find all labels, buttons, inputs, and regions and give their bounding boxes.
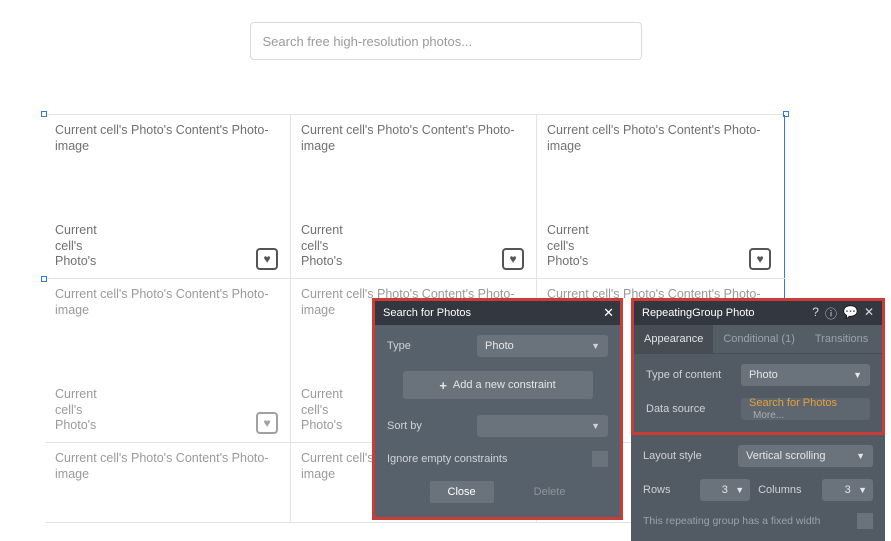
- layout-style-select[interactable]: Vertical scrolling ▼: [738, 445, 873, 467]
- cell-image-expr: Current cell's Photo's Content's Photo-i…: [55, 287, 280, 318]
- type-value: Photo: [485, 340, 514, 352]
- plus-icon: +: [439, 378, 447, 393]
- add-constraint-label: Add a new constraint: [453, 379, 556, 391]
- tab-appearance[interactable]: Appearance: [634, 325, 713, 353]
- grid-cell[interactable]: Current cell's Photo's Content's Photo-i…: [45, 279, 291, 442]
- popup-header: Search for Photos ✕: [375, 301, 620, 325]
- heart-icon[interactable]: ♥: [749, 248, 771, 270]
- rows-label: Rows: [643, 484, 692, 496]
- search-for-photos-popup: Search for Photos ✕ Type Photo ▼ + Add a…: [372, 298, 623, 520]
- fixed-width-note: This repeating group has a fixed width: [643, 515, 820, 527]
- columns-label: Columns: [758, 484, 814, 496]
- sort-label: Sort by: [387, 420, 477, 432]
- info-icon[interactable]: ⓘ: [825, 305, 837, 322]
- ignore-label: Ignore empty constraints: [387, 453, 507, 465]
- rows-value: 3: [722, 484, 728, 496]
- sort-select[interactable]: ▼: [477, 415, 608, 437]
- data-source-more[interactable]: More...: [753, 410, 784, 421]
- chevron-down-icon: ▼: [858, 485, 867, 495]
- cell-bottom-expr: Current cell's Photo's: [547, 223, 607, 270]
- columns-select[interactable]: 3 ▼: [822, 479, 873, 501]
- help-icon[interactable]: ?: [812, 305, 819, 322]
- chevron-down-icon: ▼: [591, 421, 600, 431]
- tab-conditional[interactable]: Conditional (1): [713, 325, 805, 353]
- data-source-field[interactable]: Search for Photos More...: [741, 398, 870, 420]
- grid-cell[interactable]: Current cell's Photo's Content's Photo-i…: [291, 115, 537, 278]
- type-of-content-label: Type of content: [646, 369, 741, 381]
- inspector-tabs: Appearance Conditional (1) Transitions: [634, 325, 882, 354]
- columns-value: 3: [845, 484, 851, 496]
- data-source-value: Search for Photos: [749, 397, 837, 409]
- grid-cell[interactable]: Current cell's Photo's Content's Photo-i…: [45, 443, 291, 522]
- grid-cell[interactable]: Current cell's Photo's Content's Photo-i…: [45, 115, 291, 278]
- close-button[interactable]: Close: [430, 481, 494, 503]
- cell-bottom-expr: Current cell's Photo's: [55, 387, 115, 434]
- tab-transitions[interactable]: Transitions: [805, 325, 878, 353]
- heart-icon[interactable]: ♥: [256, 412, 278, 434]
- chevron-down-icon: ▼: [591, 341, 600, 351]
- comment-icon[interactable]: 💬: [843, 305, 858, 322]
- chevron-down-icon: ▼: [735, 485, 744, 495]
- ignore-checkbox[interactable]: [592, 451, 608, 467]
- popup-title: RepeatingGroup Photo: [642, 307, 755, 319]
- popup-header: RepeatingGroup Photo ? ⓘ 💬 ✕: [634, 301, 882, 325]
- popup-title: Search for Photos: [383, 307, 471, 319]
- cell-image-expr: Current cell's Photo's Content's Photo-i…: [55, 123, 280, 154]
- fixed-width-checkbox[interactable]: [857, 513, 873, 529]
- grid-row: Current cell's Photo's Content's Photo-i…: [45, 115, 785, 279]
- grid-cell[interactable]: Current cell's Photo's Content's Photo-i…: [537, 115, 783, 278]
- cell-image-expr: Current cell's Photo's Content's Photo-i…: [55, 451, 280, 482]
- type-label: Type: [387, 340, 477, 352]
- layout-style-label: Layout style: [643, 450, 738, 462]
- close-icon[interactable]: ✕: [603, 305, 614, 321]
- search-input[interactable]: [250, 22, 642, 60]
- type-select[interactable]: Photo ▼: [477, 335, 608, 357]
- cell-bottom-expr: Current cell's Photo's: [55, 223, 115, 270]
- close-icon[interactable]: ✕: [864, 305, 874, 322]
- rows-select[interactable]: 3 ▼: [700, 479, 751, 501]
- data-source-label: Data source: [646, 403, 741, 415]
- cell-bottom-expr: Current cell's Photo's: [301, 387, 361, 434]
- type-of-content-select[interactable]: Photo ▼: [741, 364, 870, 386]
- cell-image-expr: Current cell's Photo's Content's Photo-i…: [301, 123, 526, 154]
- cell-bottom-expr: Current cell's Photo's: [301, 223, 361, 270]
- heart-icon[interactable]: ♥: [502, 248, 524, 270]
- chevron-down-icon: ▼: [856, 451, 865, 461]
- delete-button[interactable]: Delete: [534, 486, 566, 498]
- heart-icon[interactable]: ♥: [256, 248, 278, 270]
- add-constraint-button[interactable]: + Add a new constraint: [403, 371, 593, 399]
- repeatinggroup-inspector: RepeatingGroup Photo ? ⓘ 💬 ✕ Appearance …: [631, 298, 885, 541]
- cell-image-expr: Current cell's Photo's Content's Photo-i…: [547, 123, 773, 154]
- chevron-down-icon: ▼: [853, 370, 862, 380]
- layout-style-value: Vertical scrolling: [746, 450, 825, 462]
- type-of-content-value: Photo: [749, 369, 778, 381]
